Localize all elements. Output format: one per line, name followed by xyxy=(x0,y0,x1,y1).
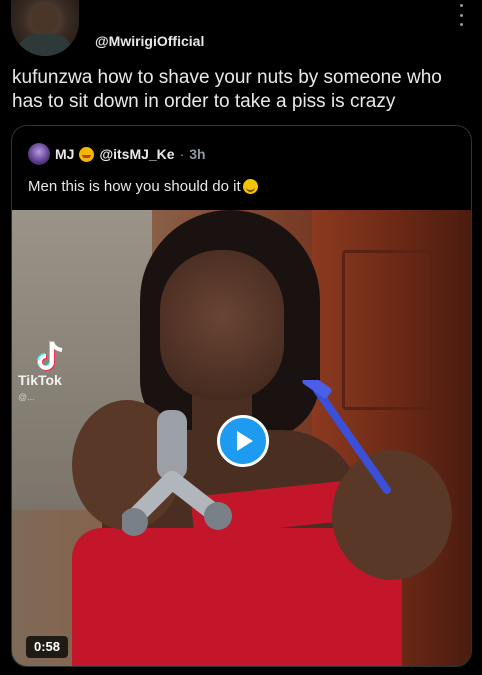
post-header: @MwirigiOfficial xyxy=(0,0,482,62)
smiling-emoji-icon xyxy=(242,179,258,194)
video-subject-face xyxy=(160,250,284,400)
author-handle[interactable]: @MwirigiOfficial xyxy=(95,33,204,49)
trimmer-device-icon xyxy=(122,410,232,536)
separator-dot: · xyxy=(179,146,185,162)
video-player[interactable]: TikTok @... 0:58 xyxy=(12,210,471,666)
tiktok-username: @... xyxy=(18,392,35,402)
heart-eyes-emoji-icon xyxy=(79,146,95,162)
play-icon[interactable] xyxy=(237,431,253,451)
tiktok-watermark: TikTok @... xyxy=(18,340,88,402)
tiktok-label: TikTok xyxy=(18,372,62,388)
quoted-author-avatar[interactable] xyxy=(28,143,50,165)
quoted-author-handle[interactable]: @itsMJ_Ke xyxy=(99,146,174,162)
quoted-post-text-row: Men this is how you should do it xyxy=(28,178,258,195)
video-duration-badge: 0:58 xyxy=(26,636,69,658)
post-text: kufunzwa how to shave your nuts by someo… xyxy=(12,67,442,112)
more-icon[interactable] xyxy=(455,4,467,26)
razor-icon xyxy=(302,380,391,494)
avatar-shirt xyxy=(17,34,73,56)
quoted-post[interactable]: MJ @itsMJ_Ke · 3h Men this is how you sh… xyxy=(11,125,472,667)
quoted-author-name[interactable]: MJ xyxy=(55,146,74,162)
author-avatar[interactable] xyxy=(11,0,79,56)
avatar-face xyxy=(31,4,59,34)
tiktok-logo-icon xyxy=(37,341,63,371)
quoted-post-text: Men this is how you should do it xyxy=(28,178,241,195)
quoted-post-header: MJ @itsMJ_Ke · 3h xyxy=(28,143,206,165)
quoted-post-time[interactable]: 3h xyxy=(189,146,205,162)
play-button[interactable] xyxy=(217,415,269,467)
